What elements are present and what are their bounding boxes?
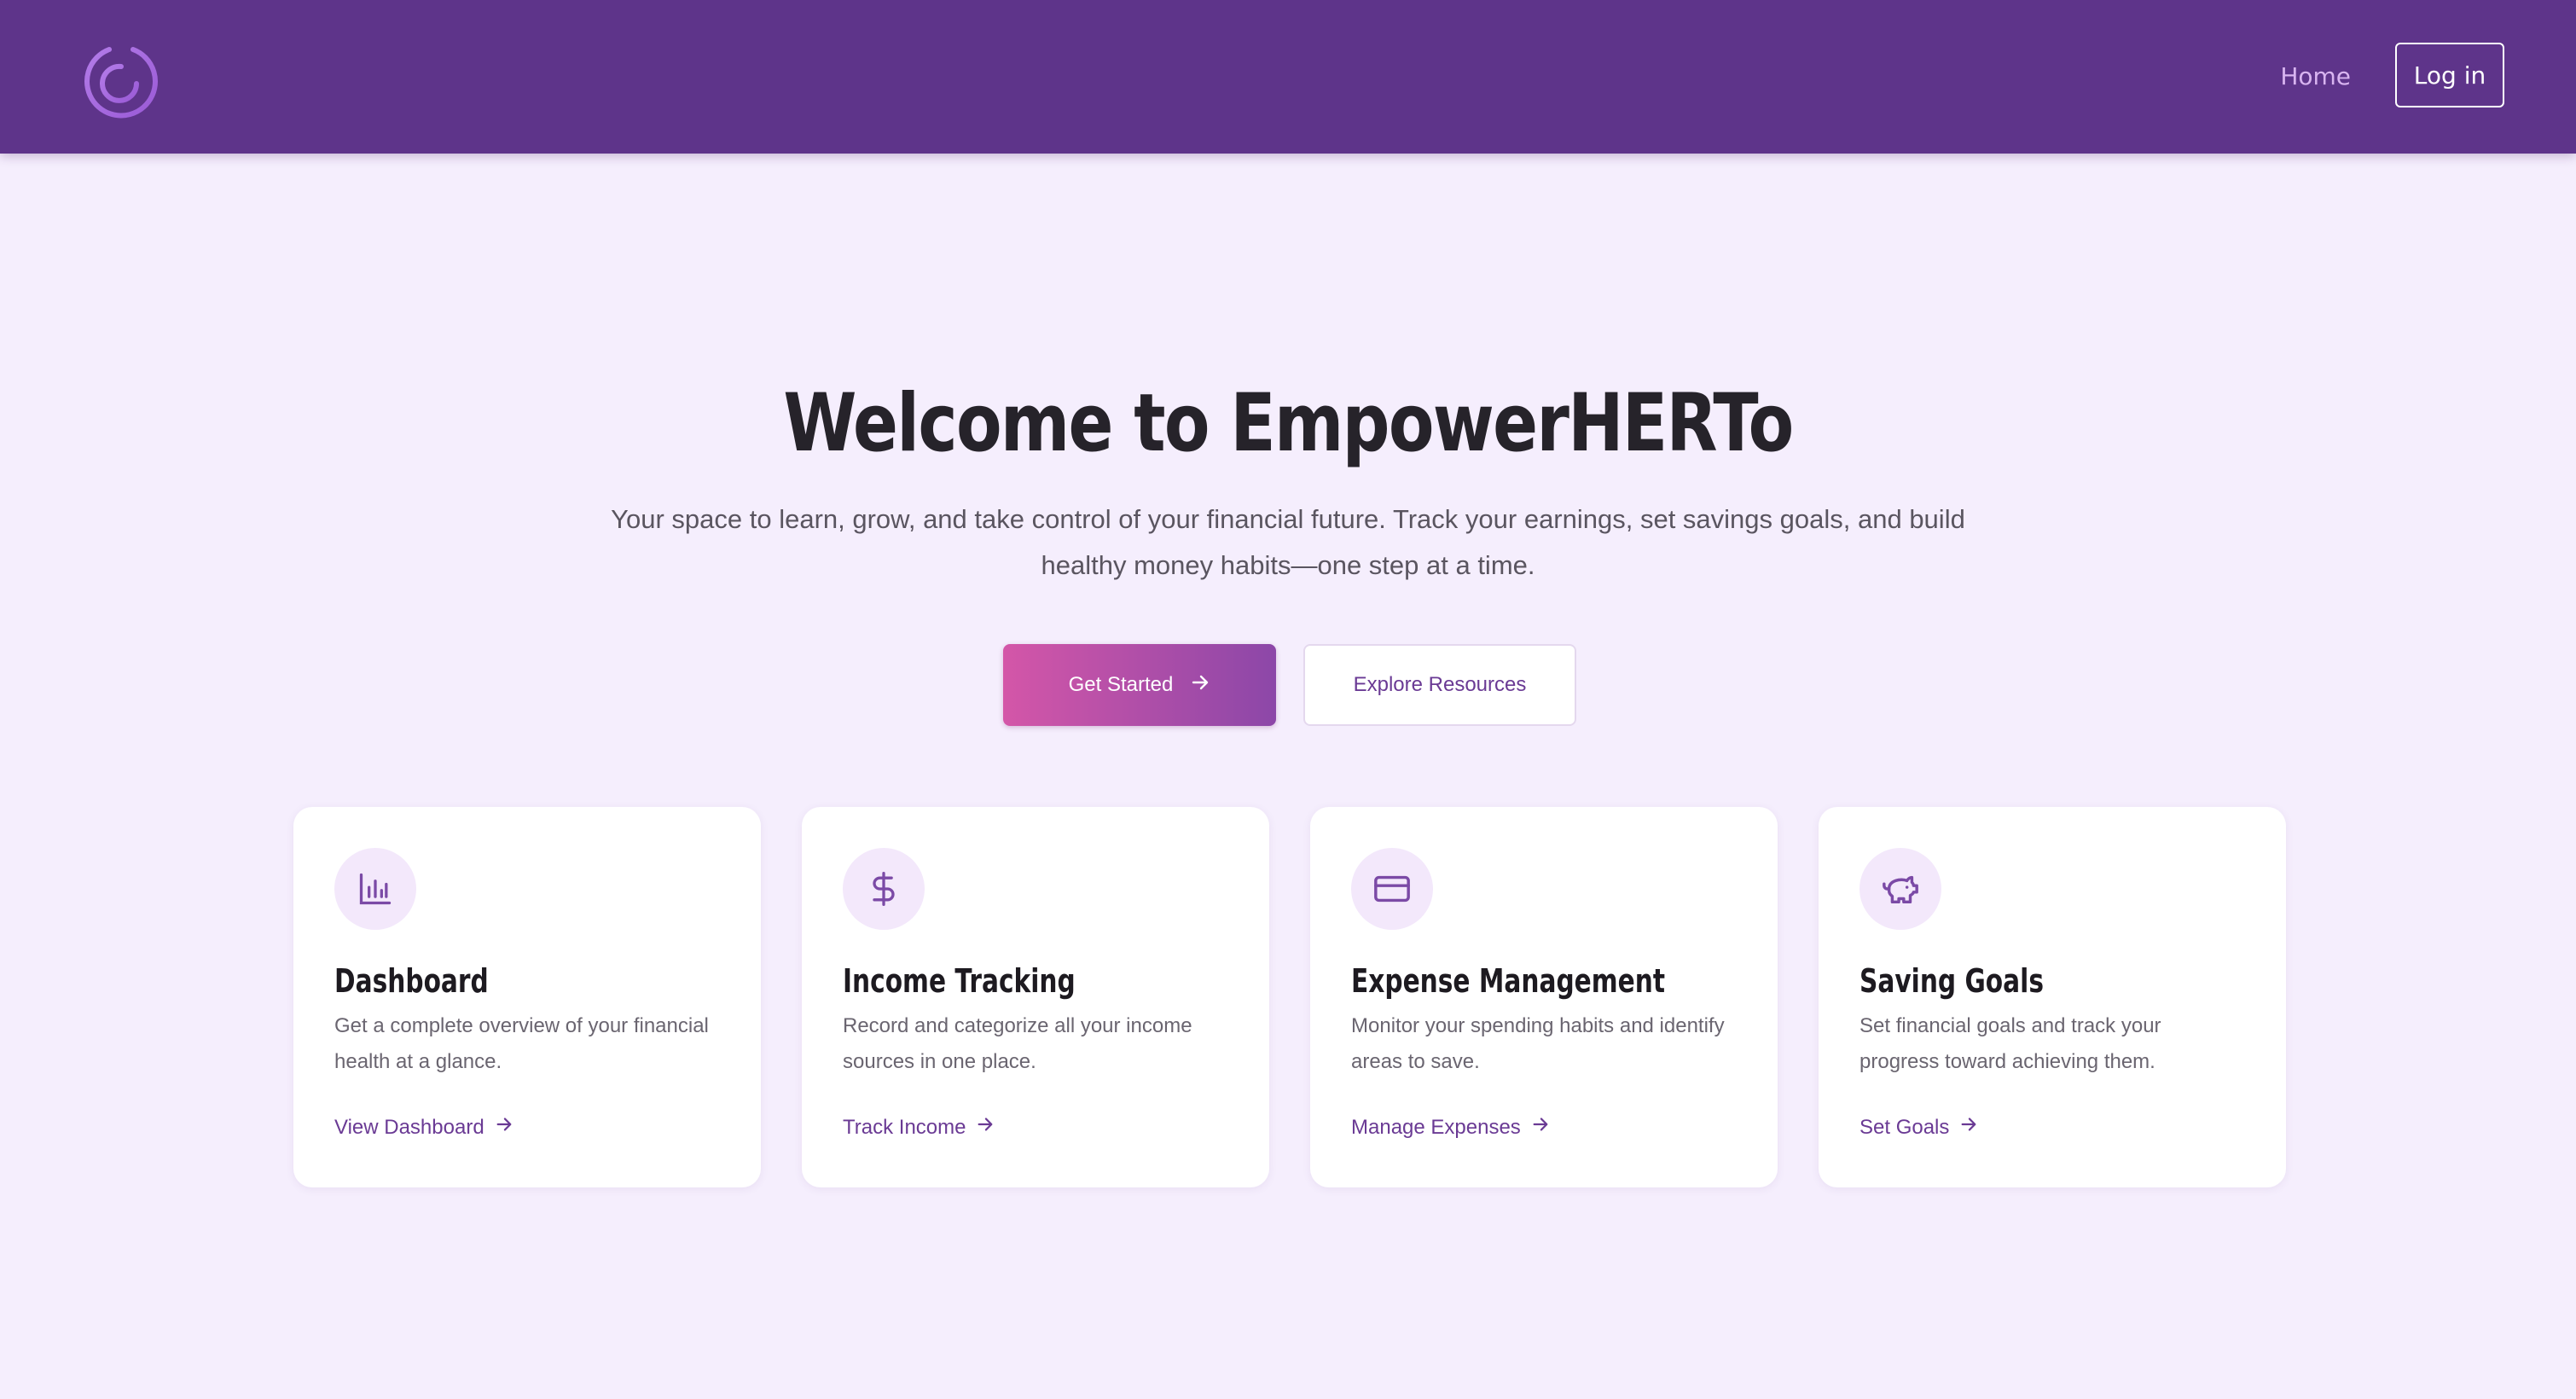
set-goals-link[interactable]: Set Goals bbox=[1859, 1112, 1978, 1143]
card-description: Monitor your spending habits and identif… bbox=[1351, 1014, 1725, 1073]
feature-cards: Dashboard Get a complete overview of you… bbox=[293, 807, 2286, 1187]
dollar-icon bbox=[843, 848, 925, 930]
arrow-right-icon bbox=[1190, 672, 1210, 699]
track-income-link[interactable]: Track Income bbox=[843, 1112, 995, 1143]
arrow-right-icon bbox=[1531, 1112, 1550, 1143]
piggy-bank-icon bbox=[1859, 848, 1941, 930]
card-title: Saving Goals bbox=[1859, 962, 2044, 1000]
bar-chart-icon bbox=[334, 848, 416, 930]
card-saving-goals: Saving Goals Set financial goals and tra… bbox=[1819, 807, 2286, 1187]
card-expense-management: Expense Management Monitor your spending… bbox=[1310, 807, 1778, 1187]
manage-expenses-link[interactable]: Manage Expenses bbox=[1351, 1112, 1550, 1143]
nav-home-link[interactable]: Home bbox=[2280, 60, 2351, 94]
arrow-right-icon bbox=[1959, 1112, 1978, 1143]
card-dashboard: Dashboard Get a complete overview of you… bbox=[293, 807, 761, 1187]
login-button[interactable]: Log in bbox=[2395, 43, 2504, 107]
arrow-right-icon bbox=[495, 1112, 513, 1143]
logo-icon[interactable] bbox=[80, 31, 162, 119]
view-dashboard-link[interactable]: View Dashboard bbox=[334, 1112, 513, 1143]
card-link-label: Track Income bbox=[843, 1116, 966, 1139]
get-started-button[interactable]: Get Started bbox=[1003, 644, 1276, 726]
explore-resources-button[interactable]: Explore Resources bbox=[1303, 644, 1576, 726]
card-title: Dashboard bbox=[334, 962, 489, 1000]
credit-card-icon bbox=[1351, 848, 1433, 930]
hero-subtitle: Your space to learn, grow, and take cont… bbox=[611, 504, 1965, 580]
card-title: Expense Management bbox=[1351, 962, 1666, 1000]
card-description: Record and categorize all your income so… bbox=[843, 1014, 1192, 1073]
arrow-right-icon bbox=[976, 1112, 995, 1143]
card-income-tracking: Income Tracking Record and categorize al… bbox=[802, 807, 1269, 1187]
get-started-label: Get Started bbox=[1068, 673, 1174, 696]
card-description: Set financial goals and track your progr… bbox=[1859, 1014, 2161, 1073]
card-title: Income Tracking bbox=[843, 962, 1076, 1000]
top-nav-bar: Home Log in bbox=[0, 0, 2576, 154]
card-link-label: Set Goals bbox=[1859, 1116, 1950, 1139]
card-description: Get a complete overview of your financia… bbox=[334, 1014, 709, 1073]
card-link-label: View Dashboard bbox=[334, 1116, 484, 1139]
card-link-label: Manage Expenses bbox=[1351, 1116, 1521, 1139]
page-title: Welcome to EmpowerHERTo bbox=[783, 377, 1794, 470]
